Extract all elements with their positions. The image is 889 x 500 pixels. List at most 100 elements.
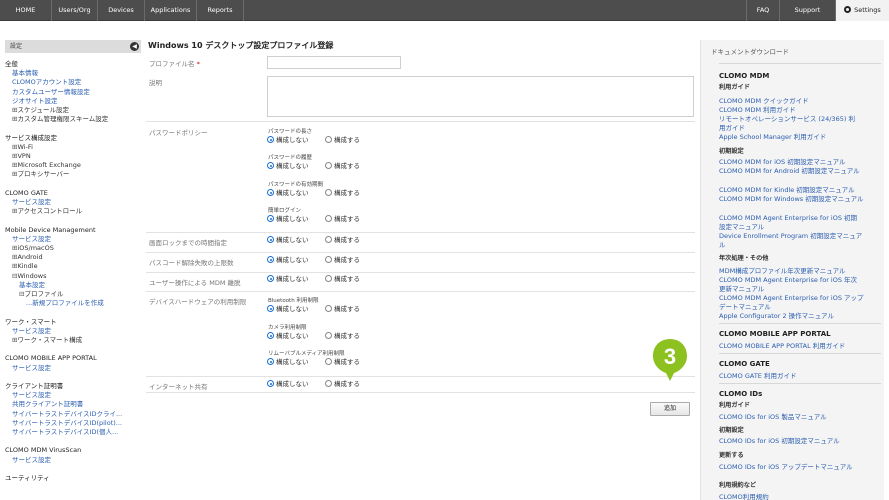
hardware-restriction-label: デバイスハードウェアの利用制限 bbox=[149, 298, 247, 306]
sidebar-item-label: サービス設定 bbox=[12, 326, 51, 335]
radio-not-configured[interactable]: 構成しない bbox=[267, 136, 309, 144]
page-title: Windows 10 デスクトップ設定プロファイル登録 bbox=[148, 41, 334, 50]
document-link[interactable]: CLOMO MDM Agent Enterprise for iOS 年次 bbox=[719, 276, 857, 285]
radio-configure[interactable]: 構成する bbox=[325, 332, 360, 340]
sidebar-item: CLOMO MDM VirusScan bbox=[5, 446, 122, 455]
sidebar-item[interactable]: ⊞Wi-Fi bbox=[5, 143, 122, 152]
document-link[interactable]: CLOMO MDM 利用ガイド bbox=[719, 106, 796, 115]
sidebar-item[interactable]: ⊞スケジュール設定 bbox=[5, 106, 122, 115]
radio-not-configured[interactable]: 構成しない bbox=[267, 358, 309, 366]
sidebar-item[interactable]: サービス設定 bbox=[5, 456, 122, 465]
radio-not-configured[interactable]: 構成しない bbox=[267, 236, 309, 244]
document-subheading: 利用ガイド bbox=[719, 84, 750, 91]
sidebar-item[interactable]: サービス設定 bbox=[5, 327, 122, 336]
radio-not-configured[interactable]: 構成しない bbox=[267, 162, 309, 170]
divider bbox=[719, 383, 881, 384]
nav-reports[interactable]: Reports bbox=[197, 0, 244, 21]
radio-not-configured[interactable]: 構成しない bbox=[267, 305, 309, 313]
document-link[interactable]: CLOMO MDM Agent Enterprise for iOS アップ bbox=[719, 294, 864, 303]
document-link[interactable]: CLOMO MDM for Android 初期設定マニュアル bbox=[719, 167, 860, 176]
radio-not-configured[interactable]: 構成しない bbox=[267, 332, 309, 340]
sidebar-item[interactable]: 共用クライアント証明書 bbox=[5, 400, 122, 409]
radio-configure[interactable]: 構成する bbox=[325, 162, 360, 170]
nav-home[interactable]: HOME bbox=[0, 0, 52, 21]
document-link[interactable]: CLOMO IDs for iOS アップデートマニュアル bbox=[719, 463, 853, 472]
document-link[interactable]: CLOMO MDM Agent Enterprise for iOS 初期 bbox=[719, 214, 857, 223]
sidebar-item-label: Wi-Fi bbox=[17, 142, 33, 151]
document-link[interactable]: 用ガイド bbox=[719, 124, 745, 133]
document-link[interactable]: CLOMO MOBILE APP PORTAL 利用ガイド bbox=[719, 342, 845, 351]
document-link[interactable]: CLOMO MDM for Kindle 初期設定マニュアル bbox=[719, 186, 855, 195]
document-link[interactable]: ル bbox=[719, 241, 726, 250]
sidebar-item-label: ワーク・スマート構成 bbox=[17, 336, 83, 345]
document-link[interactable]: デートマニュアル bbox=[719, 303, 771, 312]
document-section-heading: CLOMO MDM bbox=[719, 72, 770, 80]
sidebar-item[interactable]: ⊞カスタム管理権限スキーム設定 bbox=[5, 115, 122, 124]
document-link[interactable]: CLOMO利用規約 bbox=[719, 493, 769, 500]
sidebar-item[interactable]: ⊞Android bbox=[5, 253, 122, 262]
radio-configure[interactable]: 構成する bbox=[325, 305, 360, 313]
document-link[interactable]: Apple Configurator 2 操作マニュアル bbox=[719, 312, 834, 321]
sidebar-item[interactable]: ⊞Microsoft Exchange bbox=[5, 161, 122, 170]
document-link[interactable]: Apple School Manager 利用ガイド bbox=[719, 133, 826, 142]
radio-not-configured[interactable]: 構成しない bbox=[267, 380, 309, 388]
radio-configure[interactable]: 構成する bbox=[325, 136, 360, 144]
sidebar-item[interactable]: サイバートラストデバイスIDクライ... bbox=[5, 410, 122, 419]
sidebar-item[interactable]: カスタムユーザー情報設定 bbox=[5, 88, 122, 97]
nav-faq[interactable]: FAQ bbox=[746, 0, 780, 21]
document-link[interactable]: CLOMO GATE 利用ガイド bbox=[719, 372, 796, 381]
sidebar-item[interactable]: ⊞VPN bbox=[5, 152, 122, 161]
sidebar-item[interactable]: ⊟プロファイル bbox=[5, 290, 122, 299]
radio-not-configured[interactable]: 構成しない bbox=[267, 256, 309, 264]
collapse-sidebar-icon[interactable]: ◀ bbox=[130, 42, 139, 51]
radio-not-configured[interactable]: 構成しない bbox=[267, 215, 309, 223]
radio-selected-icon bbox=[267, 162, 274, 169]
radio-configure[interactable]: 構成する bbox=[325, 380, 360, 388]
radio-not-configured[interactable]: 構成しない bbox=[267, 189, 309, 197]
sidebar-item[interactable]: 基本設定 bbox=[5, 281, 122, 290]
radio-option-label: 構成しない bbox=[276, 256, 309, 264]
radio-not-configured[interactable]: 構成しない bbox=[267, 275, 309, 283]
sidebar-item[interactable]: ジオサイト設定 bbox=[5, 97, 122, 106]
nav-settings[interactable]: Settings bbox=[836, 0, 889, 21]
sidebar-item[interactable]: ⊟Windows bbox=[5, 272, 122, 281]
document-link[interactable]: 設定マニュアル bbox=[719, 223, 764, 232]
nav-support[interactable]: Support bbox=[780, 0, 836, 21]
nav-users-org[interactable]: Users/Org bbox=[52, 0, 98, 21]
radio-configure[interactable]: 構成する bbox=[325, 358, 360, 366]
document-link[interactable]: MDM構成プロファイル年次更新マニュアル bbox=[719, 267, 846, 276]
sidebar-item[interactable]: ⊞iOS/macOS bbox=[5, 244, 122, 253]
nav-applications[interactable]: Applications bbox=[145, 0, 197, 21]
profile-name-input[interactable] bbox=[267, 56, 401, 69]
divider bbox=[146, 252, 695, 253]
document-link[interactable]: CLOMO IDs for iOS 初期設定マニュアル bbox=[719, 437, 840, 446]
document-link[interactable]: CLOMO IDs for iOS 製品マニュアル bbox=[719, 413, 827, 422]
sidebar-item[interactable]: ⊞ワーク・スマート構成 bbox=[5, 336, 122, 345]
sidebar-item[interactable]: サービス設定 bbox=[5, 364, 122, 373]
sidebar-item[interactable]: ⊞アクセスコントロール bbox=[5, 207, 122, 216]
sidebar-item[interactable]: サイバートラストデバイスID(個人... bbox=[5, 428, 122, 437]
sidebar-item[interactable]: サービス設定 bbox=[5, 235, 122, 244]
document-link[interactable]: Device Enrollment Program 初期設定マニュア bbox=[719, 232, 862, 241]
sidebar-header: 設定 ◀ bbox=[5, 40, 141, 53]
document-link[interactable]: CLOMO MDM for iOS 初期設定マニュアル bbox=[719, 158, 846, 167]
document-link[interactable]: リモートオペレーションサービス (24/365) 利 bbox=[719, 115, 855, 124]
top-navigation-bar: HOME Users/Org Devices Applications Repo… bbox=[0, 0, 889, 21]
nav-devices[interactable]: Devices bbox=[98, 0, 145, 21]
radio-configure[interactable]: 構成する bbox=[325, 256, 360, 264]
sidebar-item[interactable]: ⊞Kindle bbox=[5, 262, 122, 271]
description-textarea[interactable] bbox=[267, 76, 694, 117]
sidebar-item[interactable]: CLOMOアカウント設定 bbox=[5, 78, 122, 87]
sidebar-item[interactable]: サイバートラストデバイスID(pilot)... bbox=[5, 419, 122, 428]
sidebar-item[interactable]: サービス設定 bbox=[5, 198, 122, 207]
document-link[interactable]: CLOMO MDM クイックガイド bbox=[719, 97, 809, 106]
sidebar-item[interactable]: ...新規プロファイルを作成 bbox=[5, 299, 122, 308]
radio-configure[interactable]: 構成する bbox=[325, 215, 360, 223]
radio-configure[interactable]: 構成する bbox=[325, 189, 360, 197]
document-link[interactable]: CLOMO MDM for Windows 初期設定マニュアル bbox=[719, 195, 864, 204]
sidebar-item[interactable]: ⊞プロキシサーバー bbox=[5, 170, 122, 179]
radio-configure[interactable]: 構成する bbox=[325, 275, 360, 283]
radio-configure[interactable]: 構成する bbox=[325, 236, 360, 244]
add-button[interactable]: 追加 bbox=[650, 402, 690, 416]
document-link[interactable]: 更新マニュアル bbox=[719, 285, 764, 294]
